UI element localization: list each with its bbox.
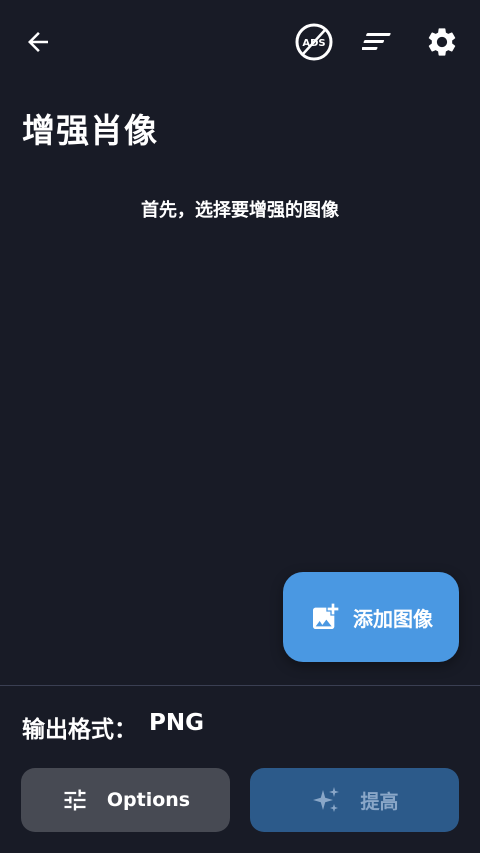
settings-button[interactable] (422, 22, 462, 62)
app-bar: ADS (0, 0, 480, 86)
gear-icon (428, 28, 456, 56)
divider (0, 685, 480, 686)
remove-ads-button[interactable]: ADS (294, 22, 334, 62)
sort-lines-icon (362, 33, 391, 50)
ads-off-icon: ADS (295, 23, 333, 61)
options-button[interactable]: Options (21, 768, 230, 832)
empty-state-hint: 首先，选择要增强的图像 (141, 200, 339, 221)
options-label: Options (106, 789, 191, 811)
output-format-value: PNG (149, 710, 204, 736)
add-image-label: 添加图像 (353, 606, 433, 631)
enhance-label: 提高 (360, 790, 399, 813)
sort-button[interactable] (358, 22, 398, 62)
arrow-left-icon (28, 32, 48, 52)
output-format: 输出格式： PNG (22, 710, 204, 744)
output-format-label: 输出格式： (22, 717, 137, 743)
sparkles-icon (313, 787, 340, 812)
add-image-button[interactable]: 添加图像 (283, 572, 459, 662)
page-title: 增强肖像 (22, 111, 158, 150)
add-photo-icon (313, 603, 339, 629)
back-button[interactable] (18, 22, 58, 62)
sliders-icon (64, 789, 86, 811)
enhance-button[interactable]: 提高 (250, 768, 459, 832)
